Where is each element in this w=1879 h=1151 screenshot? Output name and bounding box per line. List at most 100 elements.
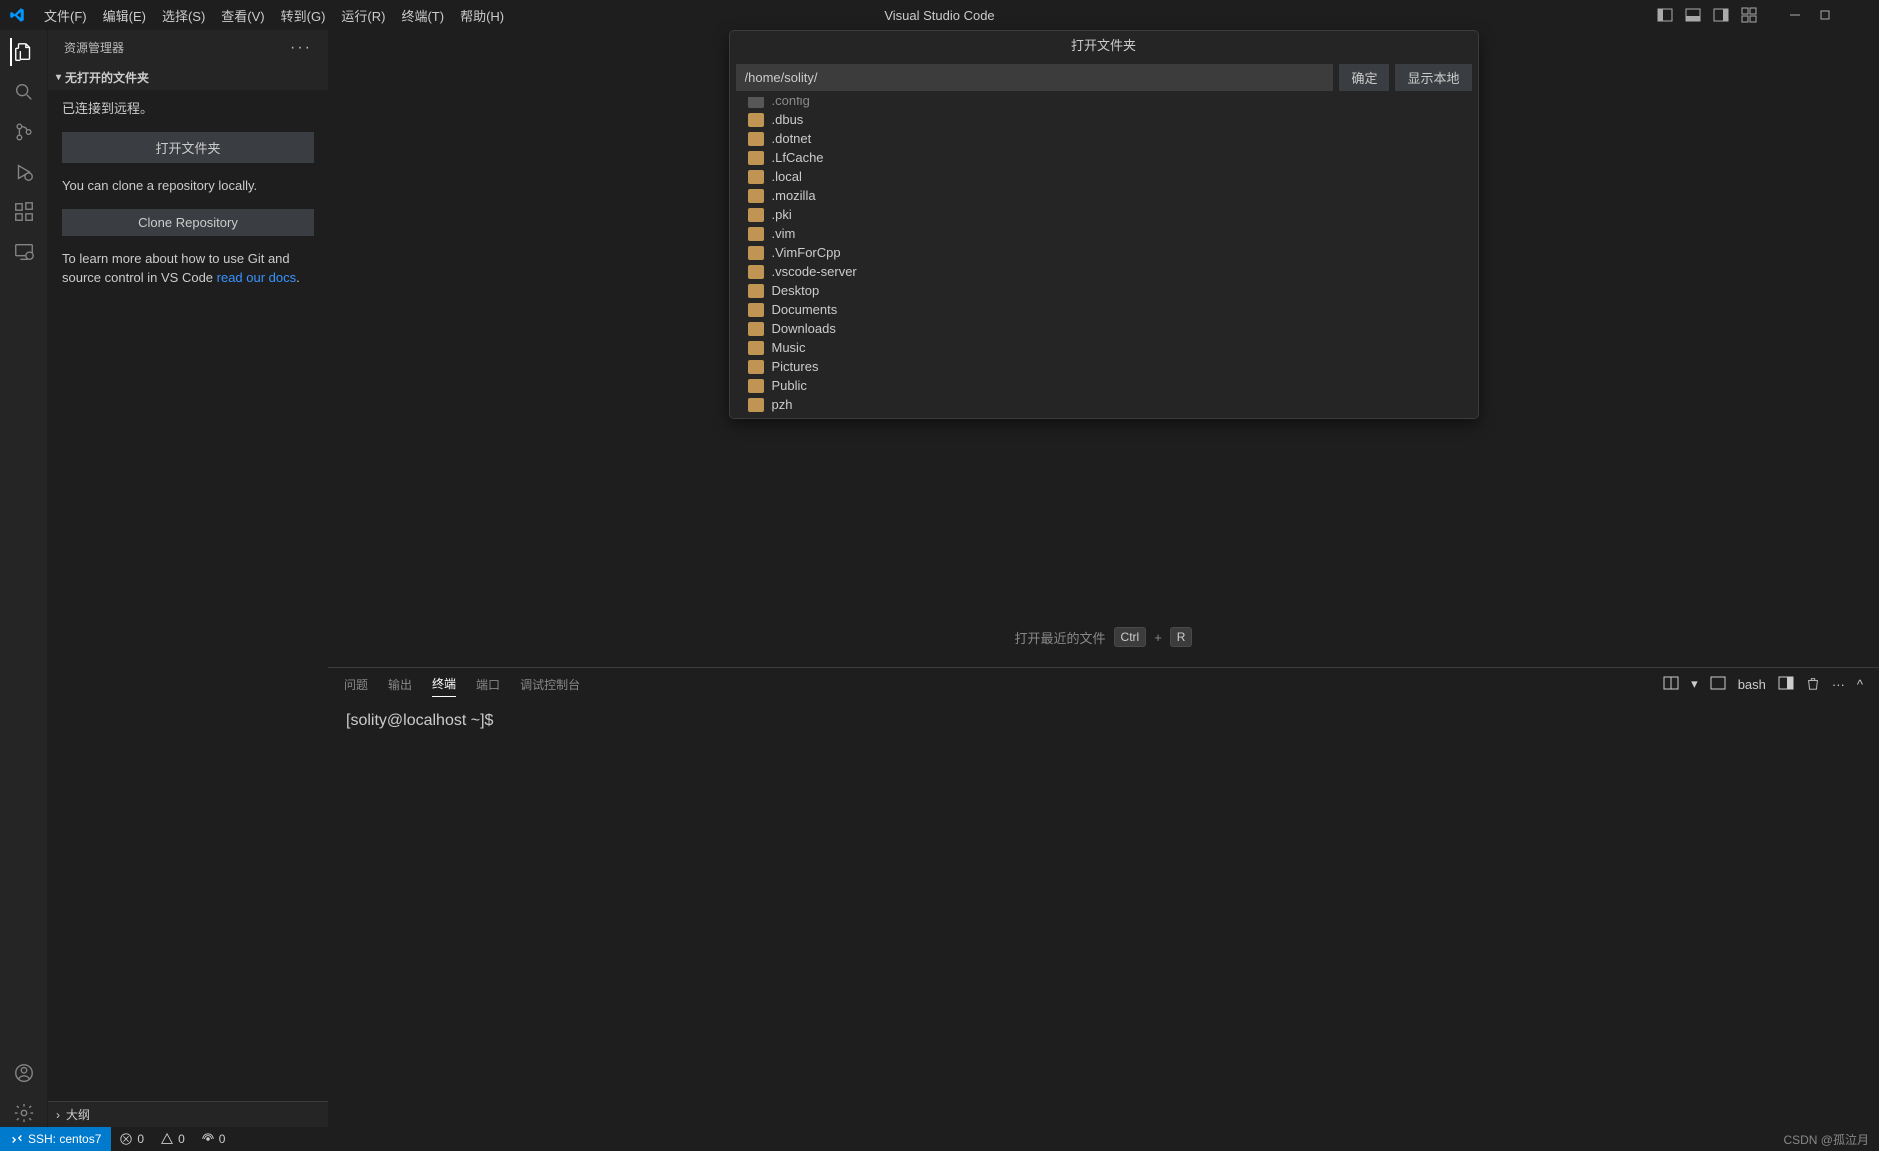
remote-explorer-icon[interactable]: [10, 238, 38, 266]
menu-file[interactable]: 文件(F): [36, 2, 95, 29]
menu-edit[interactable]: 编辑(E): [95, 2, 154, 29]
extensions-icon[interactable]: [10, 198, 38, 226]
more-actions-icon[interactable]: ···: [1832, 677, 1845, 692]
folder-item[interactable]: .vim: [730, 224, 1478, 243]
sidebar-title: 资源管理器: [64, 39, 124, 56]
folder-icon: [748, 265, 764, 279]
folder-item[interactable]: Documents: [730, 300, 1478, 319]
folder-item[interactable]: pzh: [730, 395, 1478, 414]
sidebar-more-icon[interactable]: ···: [290, 39, 312, 57]
folder-name: Documents: [772, 302, 838, 317]
read-docs-link[interactable]: read our docs: [217, 270, 297, 285]
folder-name: .mozilla: [772, 188, 816, 203]
clone-repository-button[interactable]: Clone Repository: [62, 209, 314, 236]
settings-gear-icon[interactable]: [10, 1099, 38, 1127]
folder-name: .config: [772, 97, 810, 108]
folder-item[interactable]: .local: [730, 167, 1478, 186]
sidebar-header: 资源管理器 ···: [48, 30, 328, 65]
menu-selection[interactable]: 选择(S): [154, 2, 213, 29]
menu-terminal[interactable]: 终端(T): [393, 2, 452, 29]
activity-bar: [0, 30, 48, 1127]
tab-problems[interactable]: 问题: [344, 672, 368, 697]
folder-name: .VimForCpp: [772, 245, 841, 260]
git-hint: To learn more about how to use Git and s…: [62, 250, 314, 286]
tab-terminal[interactable]: 终端: [432, 671, 456, 697]
menu-run[interactable]: 运行(R): [333, 2, 393, 29]
search-icon[interactable]: [10, 78, 38, 106]
outline-label: 大纲: [66, 1106, 90, 1123]
folder-icon: [748, 151, 764, 165]
folder-icon: [748, 341, 764, 355]
folder-icon: [748, 113, 764, 127]
tab-ports[interactable]: 端口: [476, 672, 500, 697]
folder-item[interactable]: Pictures: [730, 357, 1478, 376]
split-terminal-icon[interactable]: [1663, 675, 1679, 694]
sidebar-section-no-folder[interactable]: ▾ 无打开的文件夹: [48, 65, 328, 90]
sidebar-outline-section[interactable]: › 大纲: [48, 1101, 328, 1127]
ok-button[interactable]: 确定: [1339, 64, 1389, 91]
folder-item[interactable]: .mozilla: [730, 186, 1478, 205]
folder-item[interactable]: Downloads: [730, 319, 1478, 338]
toggle-panel-icon[interactable]: [1685, 7, 1701, 23]
maximize-icon[interactable]: [1819, 9, 1831, 21]
remote-indicator[interactable]: SSH: centos7: [0, 1127, 111, 1151]
tab-debug-console[interactable]: 调试控制台: [520, 672, 580, 697]
tab-output[interactable]: 输出: [388, 672, 412, 697]
accounts-icon[interactable]: [10, 1059, 38, 1087]
terminal-shell-icon[interactable]: [1710, 675, 1726, 694]
shell-label[interactable]: bash: [1738, 677, 1766, 692]
source-control-icon[interactable]: [10, 118, 38, 146]
folder-item[interactable]: .dotnet: [730, 129, 1478, 148]
show-local-button[interactable]: 显示本地: [1395, 64, 1471, 91]
folder-name: .vscode-server: [772, 264, 857, 279]
menu-view[interactable]: 查看(V): [213, 2, 272, 29]
recent-label: 打开最近的文件: [1015, 628, 1106, 647]
folder-icon: [748, 170, 764, 184]
clone-hint: You can clone a repository locally.: [62, 177, 314, 195]
open-folder-button[interactable]: 打开文件夹: [62, 132, 314, 163]
status-errors[interactable]: 0: [111, 1132, 152, 1146]
menu-go[interactable]: 转到(G): [273, 2, 334, 29]
status-bar: SSH: centos7 0 0 0 CSDN @孤泣月: [0, 1127, 1879, 1151]
toggle-secondary-sidebar-icon[interactable]: [1713, 7, 1729, 23]
folder-icon: [748, 360, 764, 374]
menu-help[interactable]: 帮助(H): [452, 2, 512, 29]
status-ports[interactable]: 0: [193, 1132, 234, 1146]
minimize-icon[interactable]: [1789, 9, 1801, 21]
toggle-primary-sidebar-icon[interactable]: [1657, 7, 1673, 23]
key-ctrl: Ctrl: [1114, 627, 1147, 647]
folder-item[interactable]: .dbus: [730, 110, 1478, 129]
folder-item[interactable]: .vscode-server: [730, 262, 1478, 281]
kill-terminal-icon[interactable]: [1806, 676, 1820, 693]
panel-maximize-icon[interactable]: ^: [1857, 677, 1863, 692]
customize-layout-icon[interactable]: [1741, 7, 1757, 23]
folder-icon: [748, 322, 764, 336]
section-title: 无打开的文件夹: [65, 69, 149, 86]
path-input[interactable]: [736, 64, 1334, 91]
explorer-icon[interactable]: [10, 38, 38, 66]
folder-icon: [748, 132, 764, 146]
terminal-body[interactable]: [solity@localhost ~]$: [328, 700, 1879, 1127]
split-right-icon[interactable]: [1778, 675, 1794, 694]
new-terminal-dropdown-icon[interactable]: ▾: [1691, 676, 1698, 692]
folder-item[interactable]: Public: [730, 376, 1478, 395]
folder-item[interactable]: Music: [730, 338, 1478, 357]
folder-name: .vim: [772, 226, 796, 241]
folder-item[interactable]: .pki: [730, 205, 1478, 224]
status-warnings[interactable]: 0: [152, 1132, 193, 1146]
sidebar: 资源管理器 ··· ▾ 无打开的文件夹 已连接到远程。 打开文件夹 You ca…: [48, 30, 328, 1127]
folder-name: Public: [772, 378, 807, 393]
run-debug-icon[interactable]: [10, 158, 38, 186]
folder-item[interactable]: Desktop: [730, 281, 1478, 300]
menu-bar: 文件(F) 编辑(E) 选择(S) 查看(V) 转到(G) 运行(R) 终端(T…: [36, 2, 512, 29]
folder-icon: [748, 227, 764, 241]
folder-name: .dbus: [772, 112, 804, 127]
folder-list[interactable]: .config .dbus .dotnet.LfCache.local .mozill…: [730, 97, 1478, 418]
folder-item[interactable]: .config: [730, 97, 1478, 110]
folder-icon: [748, 189, 764, 203]
watermark: CSDN @孤泣月: [1783, 1131, 1879, 1148]
panel: 问题 输出 终端 端口 调试控制台 ▾ bash ··· ^ [solity@l…: [328, 667, 1879, 1127]
vscode-logo-icon: [8, 6, 26, 24]
folder-item[interactable]: .VimForCpp: [730, 243, 1478, 262]
folder-item[interactable]: .LfCache: [730, 148, 1478, 167]
